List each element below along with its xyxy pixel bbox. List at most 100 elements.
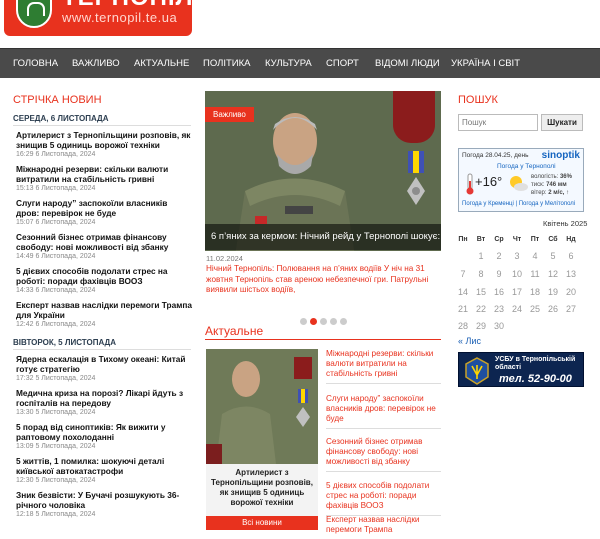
list-item[interactable]: Медична криза на порозі? Лікарі йдуть з … <box>16 388 192 416</box>
news-time: 15:13 6 Листопада, 2024 <box>16 185 96 192</box>
calendar-day: 15 <box>475 287 486 297</box>
calendar-day: 29 <box>475 321 486 331</box>
sbu-emblem-icon <box>465 357 489 385</box>
nav-item-ukraine-world[interactable]: УКРАЇНА І СВІТ <box>451 49 520 79</box>
list-item[interactable]: Експерт назвав наслідки перемоги Трампа … <box>16 300 192 328</box>
calendar-day: 5 <box>550 251 556 261</box>
list-item[interactable]: Сезонний бізнес отримав фінансову свобод… <box>16 232 192 260</box>
actual-title: Актуальне <box>205 324 264 338</box>
calendar-prev-link[interactable]: « Лис <box>458 336 481 346</box>
list-item[interactable]: Сезонний бізнес отримав фінансову свобод… <box>326 437 441 472</box>
nav-item-actual[interactable]: АКТУАЛЬНЕ <box>134 49 189 79</box>
slider-dot[interactable] <box>300 318 307 325</box>
news-title[interactable]: Зник безвісти: У Бучачі розшукують 36-рі… <box>16 490 192 510</box>
nav-item-famous-people[interactable]: ВІДОМІ ЛЮДИ <box>375 49 440 79</box>
news-title[interactable]: Слуги народу” заспокоїли власників дров:… <box>16 198 192 218</box>
calendar-day: 3 <box>514 251 520 261</box>
news-title[interactable]: Артилерист з Тернопільщини розповів, як … <box>16 130 192 150</box>
list-item[interactable]: 5 життів, 1 помилка: шокуючі деталі київ… <box>16 456 192 484</box>
news-title[interactable]: Сезонний бізнес отримав фінансову свобод… <box>16 232 192 252</box>
thermometer-icon <box>466 173 474 195</box>
news-time: 14:33 6 Листопада, 2024 <box>16 287 96 294</box>
nav-item-culture[interactable]: КУЛЬТУРА <box>265 49 312 79</box>
weather-date: Погода 28.04.25, день <box>462 152 529 159</box>
actual-photo-caption[interactable]: Артилерист з Тернопільщини розповів, як … <box>206 464 318 516</box>
news-title[interactable]: 5 порад від синоптиків: Як вижити у рапт… <box>16 422 192 442</box>
news-title[interactable]: Ядерна ескалація в Тихому океані: Китай … <box>16 354 192 374</box>
weather-widget[interactable]: Погода 28.04.25, день sinoptik Погода у … <box>458 148 584 212</box>
list-item[interactable]: 5 дієвих способів подолати стрес на робо… <box>326 481 441 516</box>
news-title[interactable]: 5 дієвих способів подолати стрес на робо… <box>16 266 192 286</box>
site-logo[interactable]: ТЕРНОПІЛЬ www.ternopil.te.ua <box>4 0 211 36</box>
weather-brand[interactable]: sinoptik <box>542 150 580 161</box>
divider <box>205 339 441 340</box>
list-item[interactable]: Ядерна ескалація в Тихому океані: Китай … <box>16 354 192 382</box>
news-time: 14:49 6 Листопада, 2024 <box>16 253 96 260</box>
list-item[interactable]: Слуги народу” заспокоїли власників дров:… <box>16 198 192 226</box>
search-button[interactable]: Шукати <box>541 114 583 131</box>
news-title[interactable]: Міжнародні резерви: скільки валюти витра… <box>16 164 192 184</box>
soldier-photo <box>206 349 318 464</box>
slider-date: 11.02.2024 <box>206 254 243 263</box>
slider-text[interactable]: Нічний Тернопіль: Полювання на п’яних во… <box>206 264 440 296</box>
slider-badge[interactable]: Важливо <box>205 107 254 122</box>
list-item[interactable]: Міжнародні резерви: скільки валюти витра… <box>326 349 441 384</box>
calendar-day: 2 <box>496 251 502 261</box>
list-item[interactable]: Артилерист з Тернопільщини розповів, як … <box>16 130 192 158</box>
date-heading: ВІВТОРОК, 5 ЛИСТОПАДА <box>13 338 191 350</box>
slider-dot[interactable] <box>320 318 327 325</box>
search-title: ПОШУК <box>458 94 498 106</box>
slider-dot[interactable] <box>310 318 317 325</box>
weekday-label: Нд <box>566 236 576 243</box>
calendar-day: 12 <box>547 269 558 279</box>
slider-dot[interactable] <box>330 318 337 325</box>
calendar-day: 23 <box>493 304 504 314</box>
pressure-label: тиск: <box>531 182 545 188</box>
calendar-day: 17 <box>511 287 522 297</box>
nav-item-sport[interactable]: СПОРТ <box>326 49 359 79</box>
news-time: 12:42 6 Листопада, 2024 <box>16 321 96 328</box>
weather-link[interactable]: Погода у Мелітополі <box>519 201 575 207</box>
calendar-day: 19 <box>547 287 558 297</box>
calendar-day: 14 <box>457 287 468 297</box>
news-time: 12:30 5 Листопада, 2024 <box>16 477 96 484</box>
slider-caption[interactable]: 6 п’яних за кермом: Нічний рейд у Терноп… <box>205 224 441 250</box>
all-news-button[interactable]: Всі новини <box>206 516 318 530</box>
weather-city[interactable]: Погода у Тернополі <box>497 163 556 170</box>
weather-links: Погода у Кременці | Погода у Мелітополі <box>462 201 576 207</box>
sunny-cloud-icon <box>510 176 528 191</box>
news-title[interactable]: Медична криза на порозі? Лікарі йдуть з … <box>16 388 192 408</box>
list-item[interactable]: Зник безвісти: У Бучачі розшукують 36-рі… <box>16 490 192 518</box>
news-time: 13:30 5 Листопада, 2024 <box>16 409 96 416</box>
humidity-value: 36% <box>559 174 572 180</box>
calendar-day: 13 <box>565 269 576 279</box>
nav-item-home[interactable]: ГОЛОВНА <box>13 49 58 79</box>
list-item[interactable]: Міжнародні резерви: скільки валюти витра… <box>16 164 192 192</box>
news-time: 12:18 5 Листопада, 2024 <box>16 511 96 518</box>
wind-label: вітер: <box>531 190 547 196</box>
list-item[interactable]: 5 дієвих способів подолати стрес на робо… <box>16 266 192 294</box>
list-item[interactable]: 5 порад від синоптиків: Як вижити у рапт… <box>16 422 192 450</box>
calendar-day: 11 <box>530 269 540 279</box>
nav-item-politics[interactable]: ПОЛІТИКА <box>203 49 251 79</box>
news-time: 15:07 6 Листопада, 2024 <box>16 219 96 226</box>
list-item[interactable]: Експерт назвав наслідки перемоги Трампа <box>326 515 441 539</box>
news-title[interactable]: 5 життів, 1 помилка: шокуючі деталі київ… <box>16 456 192 476</box>
nav-item-important[interactable]: ВАЖЛИВО <box>72 49 120 79</box>
sbu-banner[interactable]: УСБУ в Тернопільській області тел. 52-90… <box>458 352 584 387</box>
calendar-day: 9 <box>496 269 502 279</box>
weekday-label: Сб <box>548 236 558 243</box>
calendar-day: 21 <box>457 304 468 314</box>
actual-photo[interactable] <box>206 349 318 464</box>
search-input[interactable] <box>458 114 538 131</box>
calendar-day: 20 <box>565 287 576 297</box>
list-item[interactable]: Слуги народу” заспокоїли власників дров:… <box>326 394 441 429</box>
weather-link[interactable]: Погода у Кременці <box>462 201 514 207</box>
news-title[interactable]: Експерт назвав наслідки перемоги Трампа … <box>16 300 192 320</box>
slider-dot[interactable] <box>340 318 347 325</box>
calendar-day: 26 <box>547 304 558 314</box>
calendar-day: 22 <box>475 304 486 314</box>
news-feed-title: СТРІЧКА НОВИН <box>13 94 102 106</box>
banner-phone: тел. 52-90-00 <box>499 373 572 385</box>
weekday-label: Пн <box>458 236 468 243</box>
